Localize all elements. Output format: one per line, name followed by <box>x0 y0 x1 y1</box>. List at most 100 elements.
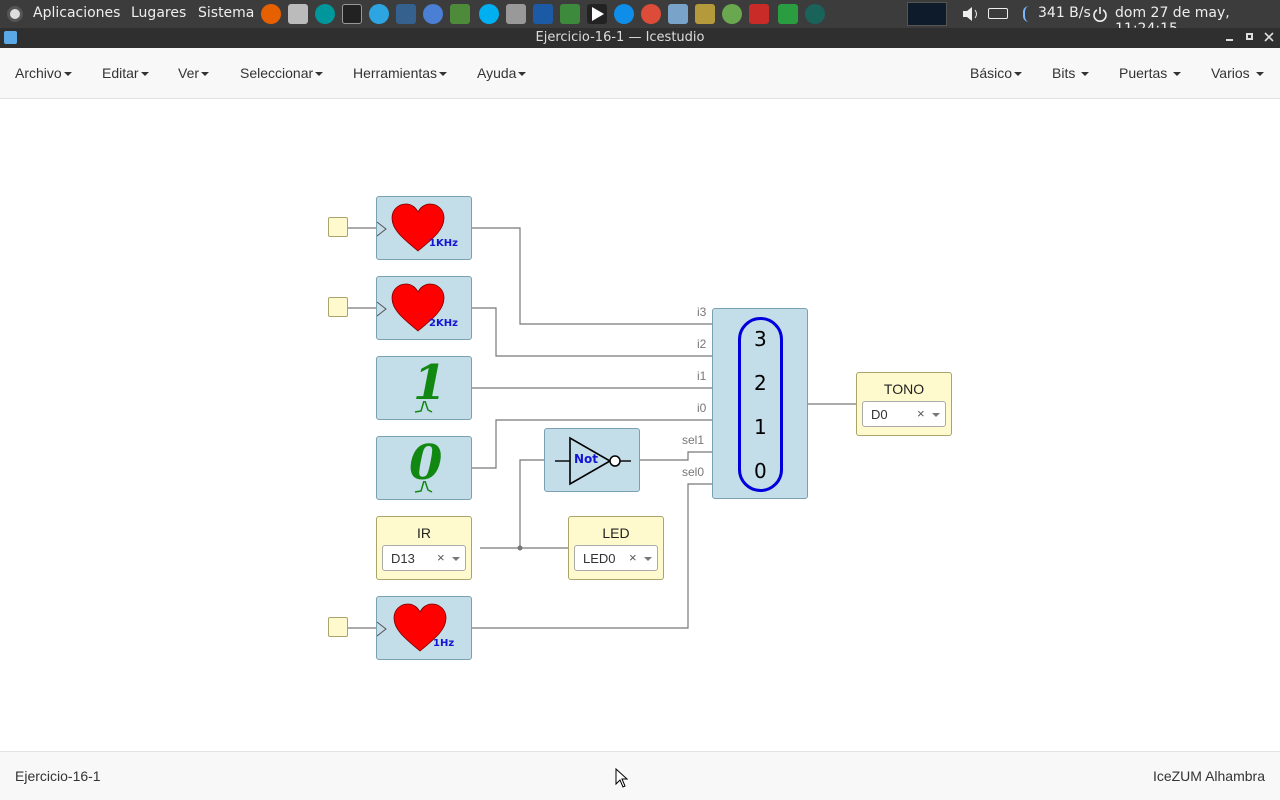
menu-archivo[interactable]: Archivo <box>15 65 72 81</box>
minimize-icon[interactable] <box>1226 39 1233 41</box>
caret-down-icon <box>63 72 72 77</box>
settings-tool-icon[interactable] <box>722 4 742 24</box>
board-name[interactable]: IceZUM Alhambra <box>1153 768 1265 784</box>
caret-down-icon <box>1014 72 1023 77</box>
wires <box>348 227 857 629</box>
c-icon[interactable] <box>778 4 798 24</box>
system-monitor-graph <box>907 2 947 26</box>
port-label-sel1: sel1 <box>682 433 705 447</box>
menu-label: Bits <box>1052 65 1076 81</box>
menu-bar: Archivo Editar Ver Seleccionar Herramien… <box>0 48 1280 99</box>
clock-input-arrow-icon <box>377 301 387 317</box>
chip-tool-icon[interactable] <box>450 4 470 24</box>
pin-value: D13 <box>391 551 415 566</box>
caret-down-icon <box>140 72 149 77</box>
calculator-icon[interactable] <box>506 4 526 24</box>
block-title: TONO <box>883 381 925 397</box>
clear-icon[interactable]: × <box>437 550 445 565</box>
frequency-label: 1Hz <box>433 638 455 649</box>
teamviewer-icon[interactable] <box>614 4 634 24</box>
legs-icon <box>414 401 433 413</box>
menu-bits[interactable]: Bits <box>1052 65 1090 81</box>
caret-down-icon <box>518 72 527 77</box>
spreadsheet-icon[interactable] <box>560 4 580 24</box>
caret-down-icon <box>1081 72 1090 77</box>
terminal-icon[interactable] <box>342 4 362 24</box>
dropdown-arrow-icon[interactable] <box>452 557 460 561</box>
constant-one-block[interactable]: 1 <box>376 355 472 420</box>
prescaler-block-2khz[interactable]: 2KHz <box>376 276 472 340</box>
mux-value: 2 <box>754 371 767 395</box>
chromium-icon[interactable] <box>423 4 443 24</box>
printer-icon[interactable] <box>288 4 308 24</box>
constant-zero-block[interactable]: 0 <box>376 435 472 500</box>
caret-down-icon <box>439 72 448 77</box>
led-output-block[interactable]: LED LED0 × <box>568 516 664 580</box>
legs-icon <box>414 481 433 493</box>
menu-varios[interactable]: Varios <box>1211 65 1264 81</box>
menu-herramientas[interactable]: Herramientas <box>353 65 448 81</box>
prescaler-block-1hz[interactable]: 1Hz <box>376 596 472 660</box>
menu-label: Básico <box>970 65 1013 81</box>
menu-puertas[interactable]: Puertas <box>1119 65 1182 81</box>
menu-label: Ver <box>178 65 200 81</box>
clear-icon[interactable]: × <box>629 550 637 565</box>
clock-input-1hz[interactable] <box>328 617 348 637</box>
fritzing-icon[interactable] <box>668 4 688 24</box>
port-label-i3: i3 <box>697 305 707 319</box>
power-icon[interactable] <box>1092 6 1108 26</box>
wire-junction <box>517 545 523 551</box>
multiplexer-block[interactable]: 3 2 1 0 <box>712 308 808 499</box>
tono-output-block[interactable]: TONO D0 × <box>856 372 952 436</box>
network-icon[interactable] <box>1023 6 1035 22</box>
frequency-label: 2KHz <box>429 318 458 329</box>
dropdown-arrow-icon[interactable] <box>932 413 940 417</box>
port-label-sel0: sel0 <box>682 465 705 479</box>
design-canvas[interactable]: 1KHz 2KHz 1 0 Not 3 2 1 0 i3 i2 i1 i0 se… <box>0 99 1280 751</box>
gimp-icon[interactable] <box>805 4 825 24</box>
menu-label: Archivo <box>15 65 62 81</box>
ir-pin-select[interactable]: D13 × <box>382 545 466 571</box>
mux-value: 0 <box>754 459 767 483</box>
clear-icon[interactable]: × <box>917 406 925 421</box>
tono-pin-select[interactable]: D0 × <box>862 401 946 427</box>
clock-input-2khz[interactable] <box>328 297 348 317</box>
skype-icon[interactable] <box>479 4 499 24</box>
ir-input-block[interactable]: IR D13 × <box>376 516 472 580</box>
virtualbox-icon[interactable] <box>533 4 553 24</box>
menu-seleccionar[interactable]: Seleccionar <box>240 65 324 81</box>
monitor-icon[interactable] <box>396 4 416 24</box>
menu-basico[interactable]: Básico <box>970 65 1023 81</box>
prescaler-block-1khz[interactable]: 1KHz <box>376 196 472 260</box>
menu-ayuda[interactable]: Ayuda <box>477 65 527 81</box>
menu-label: Editar <box>102 65 139 81</box>
window-title-bar: Ejercicio-16-1 — Icestudio <box>0 28 1280 48</box>
firefox-icon[interactable] <box>261 4 281 24</box>
freecad-icon[interactable] <box>749 4 769 24</box>
wire-2khz-i2 <box>471 307 713 357</box>
led-pin-select[interactable]: LED0 × <box>574 545 658 571</box>
maximize-icon[interactable] <box>1246 33 1253 40</box>
window-title: Ejercicio-16-1 — Icestudio <box>535 30 705 45</box>
telegram-icon[interactable] <box>369 4 389 24</box>
mux-value: 3 <box>754 327 767 351</box>
places-menu[interactable]: Lugares <box>131 5 186 21</box>
not-gate-block[interactable]: Not <box>544 428 640 492</box>
clock-input-arrow-icon <box>377 621 387 637</box>
pin-value: D0 <box>871 407 888 422</box>
chrome-icon[interactable] <box>641 4 661 24</box>
clock-input-1khz[interactable] <box>328 217 348 237</box>
applications-menu[interactable]: Aplicaciones <box>33 5 120 21</box>
volume-icon[interactable] <box>961 5 981 27</box>
play-icon[interactable] <box>587 4 607 24</box>
close-icon[interactable] <box>1264 31 1274 46</box>
dropdown-arrow-icon[interactable] <box>644 557 652 561</box>
arduino-icon[interactable] <box>315 4 335 24</box>
menu-ver[interactable]: Ver <box>178 65 210 81</box>
port-label-i2: i2 <box>697 337 707 351</box>
menu-editar[interactable]: Editar <box>102 65 149 81</box>
distro-logo-icon[interactable] <box>7 6 23 22</box>
menu-label: Seleccionar <box>240 65 314 81</box>
system-menu[interactable]: Sistema <box>198 5 254 21</box>
python-icon[interactable] <box>695 4 715 24</box>
